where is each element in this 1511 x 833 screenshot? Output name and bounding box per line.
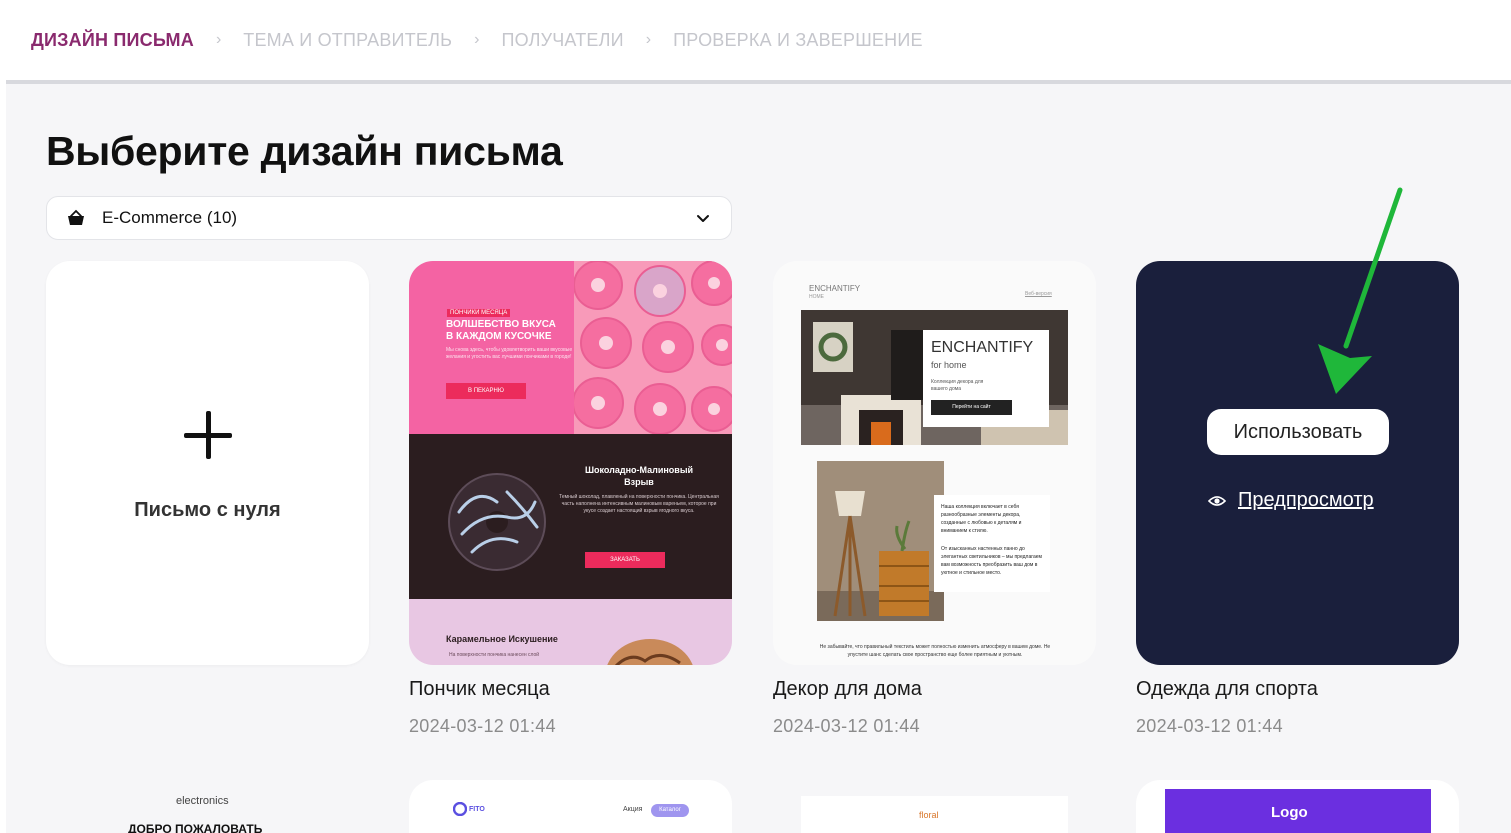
decor-body-1: Наша коллекция включает в себя разнообра… <box>941 504 1022 534</box>
page-title: Выберите дизайн письма <box>46 128 563 174</box>
product-1-title-2: Взрыв <box>624 477 654 487</box>
decor-hero-title: ENCHANTIFY <box>931 339 1034 356</box>
eye-icon <box>1208 495 1226 506</box>
fito-catalog-badge: Каталог <box>651 804 689 817</box>
donut-badge: ПОНЧИКИ МЕСЯЦА <box>447 309 511 317</box>
decor-body-2: От изысканных настенных панно до элегант… <box>941 546 1042 576</box>
donut-headline-2: В КАЖДОМ КУСОЧКЕ <box>446 331 552 342</box>
decor-web-version-link: Веб-версия <box>1025 291 1052 297</box>
logo-brand: Logo <box>1271 804 1308 821</box>
fito-brand: FITO <box>469 806 485 813</box>
donut-intro: Мы снова здесь, чтобы удовлетворить ваши… <box>446 347 573 360</box>
step-recipients[interactable]: ПОЛУЧАТЕЛИ <box>501 30 623 51</box>
chevron-down-icon <box>697 215 709 222</box>
decor-lamp-image <box>817 461 944 621</box>
decor-hero-text: Коллекция декора для вашего дома <box>931 379 984 392</box>
annotation-arrow <box>1318 187 1403 394</box>
product-1-text: Темный шоколад, плавленый на поверхности… <box>559 494 719 514</box>
template-name: Пончик месяца <box>409 678 550 700</box>
donut-cta-order: ЗАКАЗАТЬ <box>585 552 665 568</box>
step-subject-sender[interactable]: ТЕМА И ОТПРАВИТЕЛЬ <box>243 30 452 51</box>
caramel-donut-image <box>607 639 693 665</box>
chevron-right-icon: › <box>645 31 652 48</box>
fito-menu-promo: Акция <box>623 806 643 813</box>
floral-brand: floral <box>919 810 939 820</box>
step-design[interactable]: ДИЗАЙН ПИСЬМА <box>31 30 194 51</box>
donut-grid-image <box>574 261 732 434</box>
template-name: Одежда для спорта <box>1136 678 1318 700</box>
step-review[interactable]: ПРОВЕРКА И ЗАВЕРШЕНИЕ <box>673 30 923 51</box>
template-name: Декор для дома <box>773 678 922 700</box>
decor-footer-text: Не забывайте, что правильный текстиль мо… <box>819 644 1051 658</box>
template-card-logo[interactable]: Logo <box>1136 780 1459 833</box>
donut-caramel-section: Карамельное Искушение На поверхности пон… <box>409 599 732 665</box>
decor-brand: ENCHANTIFY <box>809 284 861 293</box>
donut-product-section: Шоколадно-Малиновый Взрыв Темный шоколад… <box>409 434 732 599</box>
template-card-donut[interactable]: ПОНЧИКИ МЕСЯЦА ВОЛШЕБСТВО ВКУСА В КАЖДОМ… <box>409 261 732 665</box>
template-card-sport[interactable]: Использовать Предпросмотр <box>1136 261 1459 665</box>
chocolate-donut-image <box>448 473 546 571</box>
electronics-brand: electronics <box>176 795 229 807</box>
decor-hero-button: Перейти на сайт <box>931 400 1012 415</box>
product-2-text: На поверхности пончика нанесен слой <box>449 652 540 658</box>
template-date: 2024-03-12 01:44 <box>773 716 920 736</box>
decor-brand-sub: HOME <box>809 294 824 300</box>
chevron-right-icon: › <box>215 31 222 48</box>
use-template-button[interactable]: Использовать <box>1207 409 1389 455</box>
category-dropdown[interactable]: E-Commerce (10) <box>46 196 732 240</box>
electronics-welcome: ДОБРО ПОЖАЛОВАТЬ <box>128 822 263 833</box>
fito-logo-icon <box>453 802 467 816</box>
product-1-title-1: Шоколадно-Малиновый <box>584 465 694 475</box>
donut-headline-1: ВОЛШЕБСТВО ВКУСА <box>446 319 556 330</box>
template-card-fito[interactable]: FITO Акция Каталог <box>409 780 732 833</box>
product-2-title: Карамельное Искушение <box>446 634 558 644</box>
template-card-electronics[interactable]: electronics ДОБРО ПОЖАЛОВАТЬ <box>46 780 369 833</box>
basket-icon <box>68 209 84 225</box>
chevron-right-icon: › <box>474 31 480 48</box>
template-date: 2024-03-12 01:44 <box>1136 716 1283 736</box>
template-card-decor[interactable]: ENCHANTIFY HOME Веб-версия ENCHANTIFY fo… <box>773 261 1096 665</box>
template-date: 2024-03-12 01:44 <box>409 716 556 736</box>
plus-icon <box>183 411 232 459</box>
preview-link[interactable]: Предпросмотр <box>1208 489 1374 512</box>
wizard-stepper: ДИЗАЙН ПИСЬМА › ТЕМА И ОТПРАВИТЕЛЬ › ПОЛ… <box>0 0 1511 80</box>
preview-label: Предпросмотр <box>1238 489 1374 511</box>
template-card-floral[interactable]: floral <box>773 780 1096 833</box>
blank-template-card[interactable]: Письмо с нуля <box>46 261 369 665</box>
donut-cta-bakery: В ПЕКАРНЮ <box>446 383 526 399</box>
donut-hero: ПОНЧИКИ МЕСЯЦА ВОЛШЕБСТВО ВКУСА В КАЖДОМ… <box>409 261 732 434</box>
decor-hero-sub: for home <box>931 360 967 370</box>
blank-template-label: Письмо с нуля <box>134 499 281 521</box>
category-selected-value: E-Commerce (10) <box>102 208 238 227</box>
